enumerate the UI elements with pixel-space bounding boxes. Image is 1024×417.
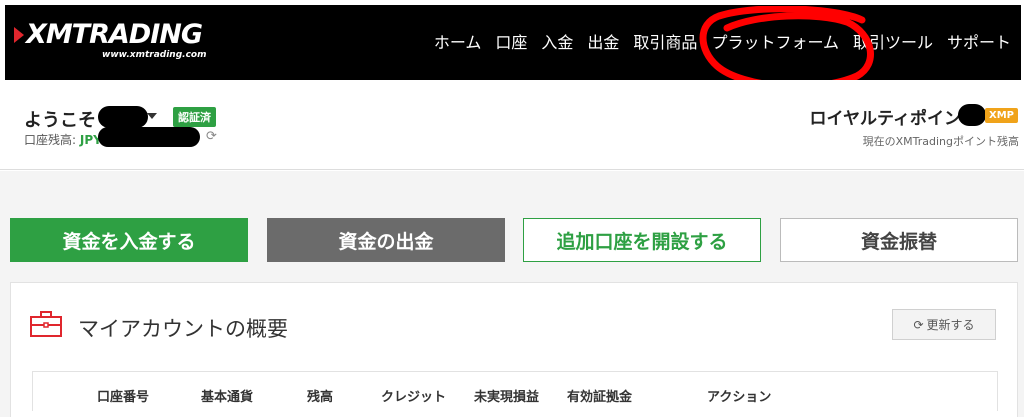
balance-label-text: 口座残高: <box>24 133 77 147</box>
nav-deposit[interactable]: 入金 <box>534 29 580 53</box>
refresh-balance-icon[interactable]: ⟳ <box>206 129 217 144</box>
nav-platform[interactable]: プラットフォーム <box>704 29 846 53</box>
refresh-icon: ⟳ <box>913 317 924 332</box>
col-equity: 有効証拠金 <box>567 390 633 405</box>
fund-transfer-button[interactable]: 資金振替 <box>780 218 1018 262</box>
my-account-overview-panel: マイアカウントの概要 ⟳ 更新する 口座番号 基本通貨 残高 クレジット 未実現… <box>10 282 1018 417</box>
nav-instruments[interactable]: 取引商品 <box>626 29 704 53</box>
loyalty-points-subtitle: 現在のXMTradingポイント残高 <box>862 135 1019 148</box>
col-unrealized-pl: 未実現損益 <box>474 390 540 405</box>
open-additional-account-button[interactable]: 追加口座を開設する <box>523 218 761 262</box>
account-summary-bar: ようこそ 認証済 口座残高: JPY ⟳ ロイヤルティポイント XMP 現在のX… <box>0 80 1024 170</box>
verified-badge: 認証済 <box>173 107 216 127</box>
nav-accounts[interactable]: 口座 <box>488 29 534 53</box>
main-nav: ホーム 口座 入金 出金 取引商品 プラットフォーム 取引ツール サポート <box>427 29 1018 53</box>
user-menu-caret-icon[interactable] <box>147 113 157 119</box>
redacted-balance <box>98 127 200 147</box>
nav-withdraw[interactable]: 出金 <box>580 29 626 53</box>
col-credit: クレジット <box>381 390 447 405</box>
xmp-badge: XMP <box>985 108 1018 123</box>
balance-label: 口座残高: JPY <box>24 131 102 148</box>
loyalty-points-title: ロイヤルティポイント <box>809 109 978 129</box>
xmtrading-logo[interactable]: XMTRADING www.xmtrading.com <box>14 19 214 65</box>
nav-home[interactable]: ホーム <box>427 29 489 53</box>
nav-support[interactable]: サポート <box>940 29 1018 53</box>
withdraw-button[interactable]: 資金の出金 <box>267 218 505 262</box>
refresh-button[interactable]: ⟳ 更新する <box>892 309 996 340</box>
logo-mark-icon <box>14 27 24 43</box>
col-base-currency: 基本通貨 <box>201 390 254 405</box>
panel-title: マイアカウントの概要 <box>78 317 288 341</box>
top-navigation-bar: XMTRADING www.xmtrading.com ホーム 口座 入金 出金… <box>5 5 1021 80</box>
col-account-number: 口座番号 <box>97 390 150 405</box>
logo-url: www.xmtrading.com <box>102 50 207 60</box>
redacted-username <box>98 106 148 128</box>
accounts-table-header: 口座番号 基本通貨 残高 クレジット 未実現損益 有効証拠金 アクション <box>32 371 998 411</box>
briefcase-icon <box>30 311 62 337</box>
col-balance: 残高 <box>307 390 334 405</box>
welcome-text: ようこそ <box>24 110 96 131</box>
nav-trading-tools[interactable]: 取引ツール <box>846 29 940 53</box>
col-actions: アクション <box>707 390 772 405</box>
main-content: 資金を入金する 資金の出金 追加口座を開設する 資金振替 マイアカウントの概要 … <box>0 171 1024 417</box>
refresh-button-label: 更新する <box>926 318 975 332</box>
deposit-button[interactable]: 資金を入金する <box>10 218 248 262</box>
redacted-points <box>958 104 986 126</box>
logo-text: XMTRADING <box>26 19 203 50</box>
